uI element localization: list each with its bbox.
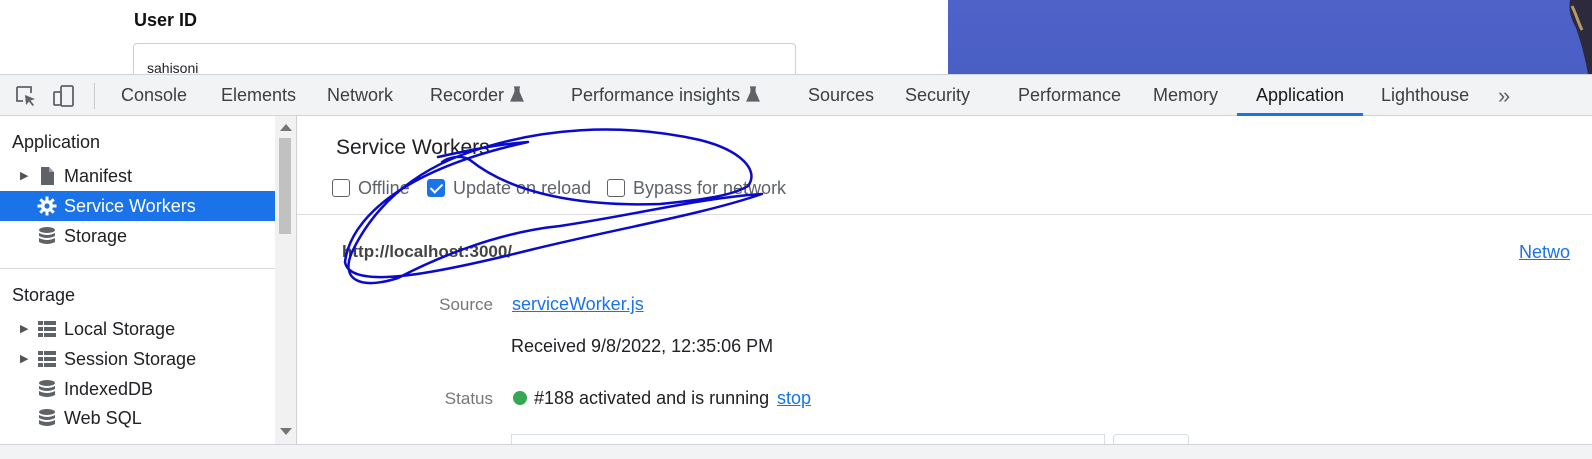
inspect-element-icon[interactable] (14, 84, 38, 108)
scrollbar-thumb[interactable] (279, 138, 291, 234)
update-on-reload-label: Update on reload (453, 178, 592, 198)
panel-divider (297, 214, 1592, 215)
bypass-for-network-checkbox[interactable] (607, 179, 625, 197)
sidebar-item-label: Local Storage (64, 319, 176, 339)
tab-security[interactable]: Security (905, 75, 970, 116)
sidebar-item-label: Web SQL (64, 408, 142, 428)
push-button[interactable] (1113, 434, 1189, 444)
tab-network[interactable]: Network (327, 75, 393, 116)
update-on-reload-checkbox[interactable] (427, 179, 445, 197)
flask-icon (746, 86, 761, 102)
offline-checkbox[interactable] (332, 179, 350, 197)
tab-console[interactable]: Console (121, 75, 187, 116)
sidebar-header-application: Application (12, 132, 101, 152)
sidebar-item-manifest[interactable]: ▶ Manifest (0, 161, 275, 191)
push-message-input[interactable] (511, 434, 1105, 444)
user-id-label: User ID (134, 10, 198, 30)
sidebar-item-local-storage[interactable]: ▶ Local Storage (0, 314, 275, 344)
stop-link[interactable]: stop (777, 388, 811, 409)
sidebar-item-label: Session Storage (64, 349, 197, 369)
sidebar-item-indexeddb[interactable]: IndexedDB (0, 374, 275, 404)
scroll-up-arrow-icon[interactable] (280, 124, 292, 131)
offline-label: Offline (358, 178, 410, 198)
device-toolbar-icon[interactable] (52, 84, 76, 108)
flask-icon (510, 86, 524, 102)
tab-lighthouse[interactable]: Lighthouse (1381, 75, 1469, 116)
toolbar-separator (94, 83, 95, 109)
sidebar-item-label: Manifest (64, 166, 133, 186)
expand-arrow-icon[interactable]: ▶ (20, 344, 28, 374)
sidebar-item-service-workers[interactable]: Service Workers (0, 191, 275, 221)
sidebar-item-label: Storage (64, 226, 128, 246)
network-requests-link[interactable]: Netwo (1519, 242, 1570, 263)
web-page-area: User ID sahisoni (0, 0, 1592, 74)
screenshot-root: User ID sahisoni Console Elements Networ… (0, 0, 1592, 459)
application-sidebar: Application ▶ Manifest Service Workers S… (0, 116, 275, 444)
hero-image (948, 0, 1592, 74)
tab-performance-insights-label: Performance insights (571, 85, 741, 105)
sidebar-divider (0, 268, 275, 269)
sidebar-item-session-storage[interactable]: ▶ Session Storage (0, 344, 275, 374)
tab-recorder[interactable]: Recorder (430, 75, 524, 116)
received-timestamp: Received 9/8/2022, 12:35:06 PM (511, 336, 774, 356)
tab-elements[interactable]: Elements (221, 75, 296, 116)
status-text: #188 activated and is running (534, 388, 770, 408)
status-indicator-icon (513, 391, 527, 405)
scroll-down-arrow-icon[interactable] (280, 428, 292, 435)
sidebar-header-storage: Storage (12, 285, 76, 305)
status-label: Status (444, 389, 493, 408)
user-id-input[interactable]: sahisoni (133, 43, 796, 74)
source-label: Source (439, 295, 493, 314)
tab-memory[interactable]: Memory (1153, 75, 1218, 116)
database-icon (39, 409, 55, 426)
statue-figure-icon (1569, 0, 1592, 74)
source-file-link[interactable]: serviceWorker.js (512, 294, 644, 315)
grid-icon (38, 351, 56, 367)
devtools-toolbar: Console Elements Network Recorder Perfor… (0, 74, 1592, 116)
grid-icon (38, 321, 56, 337)
database-icon (39, 380, 55, 397)
database-icon (39, 227, 55, 244)
expand-arrow-icon[interactable]: ▶ (20, 161, 28, 191)
service-workers-panel: Service Workers Offline Update on reload… (297, 116, 1592, 444)
sidebar-item-label: IndexedDB (64, 379, 154, 399)
tab-performance[interactable]: Performance (1018, 75, 1121, 116)
gear-icon (37, 196, 57, 216)
service-worker-origin: http://localhost:3000/ (342, 242, 513, 261)
sidebar-item-storage[interactable]: Storage (0, 221, 275, 251)
tab-application[interactable]: Application (1256, 75, 1344, 116)
sidebar-item-web-sql[interactable]: Web SQL (0, 403, 275, 433)
tab-performance-insights[interactable]: Performance insights (571, 75, 761, 116)
devtools-drawer (0, 444, 1592, 459)
panel-title: Service Workers (336, 136, 490, 159)
file-icon (41, 167, 54, 185)
bypass-for-network-label: Bypass for network (633, 178, 787, 198)
tab-recorder-label: Recorder (430, 85, 505, 105)
sidebar-item-label: Service Workers (64, 196, 196, 216)
sidebar-scrollbar[interactable] (275, 116, 296, 444)
more-tabs-button[interactable]: » (1498, 75, 1510, 116)
expand-arrow-icon[interactable]: ▶ (20, 314, 28, 344)
tab-sources[interactable]: Sources (808, 75, 874, 116)
